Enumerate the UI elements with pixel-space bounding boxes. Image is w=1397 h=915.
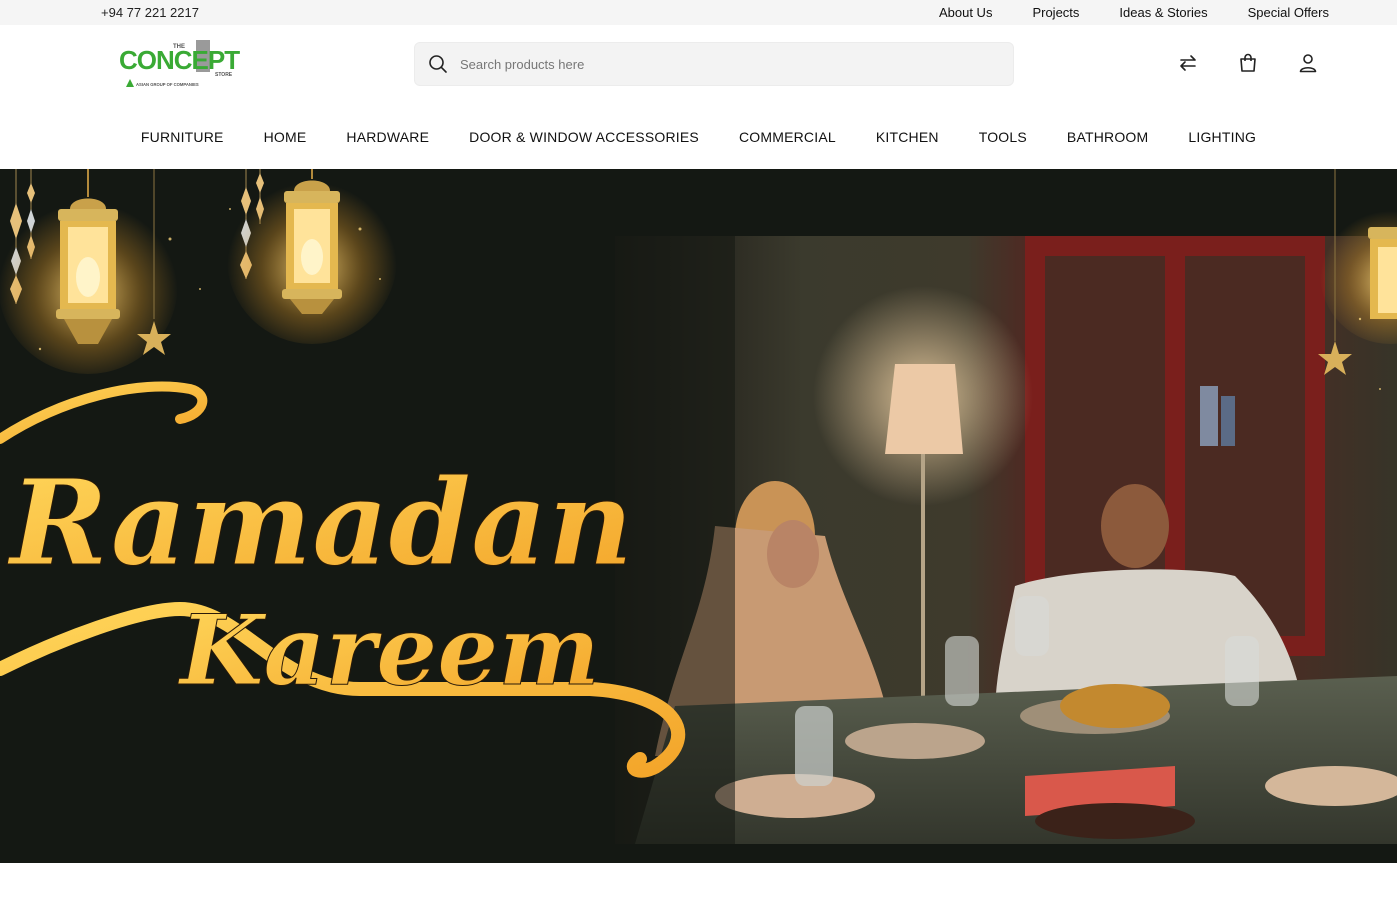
logo-main: CONCEPT — [119, 45, 240, 75]
search-input[interactable] — [460, 56, 980, 72]
hero-banner[interactable]: Ramadan Kareem — [0, 169, 1397, 863]
nav-lighting[interactable]: LIGHTING — [1188, 129, 1256, 145]
store-logo[interactable]: THE CONCEPT STORE ASIAN GROUP OF COMPANI… — [118, 39, 253, 89]
special-offers-link[interactable]: Special Offers — [1248, 5, 1329, 20]
nav-home[interactable]: HOME — [264, 129, 307, 145]
hero-line1: Ramadan — [7, 453, 633, 592]
ideas-stories-link[interactable]: Ideas & Stories — [1119, 5, 1207, 20]
top-links: About Us Projects Ideas & Stories Specia… — [939, 5, 1329, 20]
header-actions — [1177, 52, 1319, 74]
ramadan-artwork: Ramadan Kareem — [0, 169, 1397, 778]
phone-number[interactable]: +94 77 221 2217 — [101, 5, 199, 20]
user-icon[interactable] — [1297, 52, 1319, 74]
main-nav: FURNITURE HOME HARDWARE DOOR & WINDOW AC… — [0, 105, 1397, 169]
about-us-link[interactable]: About Us — [939, 5, 992, 20]
shopping-bag-icon[interactable] — [1237, 52, 1259, 74]
nav-furniture[interactable]: FURNITURE — [141, 129, 224, 145]
nav-commercial[interactable]: COMMERCIAL — [739, 129, 836, 145]
logo-tagline: ASIAN GROUP OF COMPANIES — [136, 82, 199, 87]
nav-door-window-accessories[interactable]: DOOR & WINDOW ACCESSORIES — [469, 129, 699, 145]
projects-link[interactable]: Projects — [1032, 5, 1079, 20]
header: THE CONCEPT STORE ASIAN GROUP OF COMPANI… — [0, 25, 1397, 105]
lantern-left — [0, 169, 178, 374]
search-icon — [428, 54, 448, 74]
lantern-center — [227, 169, 397, 344]
nav-kitchen[interactable]: KITCHEN — [876, 129, 939, 145]
nav-hardware[interactable]: HARDWARE — [346, 129, 429, 145]
nav-bathroom[interactable]: BATHROOM — [1067, 129, 1148, 145]
hero-line2: Kareem — [177, 594, 600, 707]
compare-arrows-icon[interactable] — [1177, 52, 1199, 74]
top-bar: +94 77 221 2217 About Us Projects Ideas … — [0, 0, 1397, 25]
nav-tools[interactable]: TOOLS — [979, 129, 1027, 145]
search-bar[interactable] — [414, 42, 1014, 86]
lantern-right — [1318, 169, 1397, 375]
logo-suffix: STORE — [215, 72, 233, 78]
